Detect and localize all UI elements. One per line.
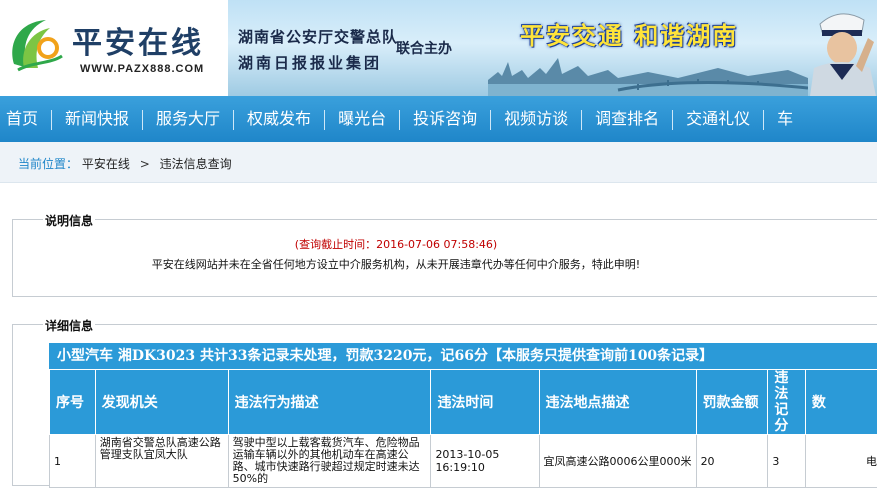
nav-item-vehicle[interactable]: 车: [764, 96, 806, 142]
main-nav: 首页新闻快报服务大厅权威发布曝光台投诉咨询视频访谈调查排名交通礼仪车: [0, 96, 877, 142]
logo-icon[interactable]: [6, 14, 64, 74]
details-box: 详细信息 小型汽车 湘DK3023 共计33条记录未处理，罚款3220元，记66…: [12, 324, 877, 486]
cell-points: 3: [768, 435, 805, 488]
cell-time: 2013-10-05 16:19:10: [431, 435, 539, 488]
nav-item-survey-ranking[interactable]: 调查排名: [582, 96, 672, 142]
cell-location: 宜凤高速公路0006公里000米: [539, 435, 696, 488]
table-header-row: 序号 发现机关 违法行为描述 违法时间 违法地点描述 罚款金额 违法记分 数: [50, 370, 877, 435]
nav-item-complaints[interactable]: 投诉咨询: [400, 96, 490, 142]
cell-data-source: 电子: [805, 435, 877, 488]
column-header-fine: 罚款金额: [696, 370, 768, 435]
disclaimer-text: 平安在线网站并未在全省任何地方设立中介服务机构，从未开展违章代办等任何中介服务，…: [13, 256, 779, 272]
cell-index: 1: [50, 435, 96, 488]
cell-behavior: 驾驶中型以上载客载货汽车、危险物品运输车辆以外的其他机动车在高速公路、城市快速路…: [228, 435, 431, 488]
organizer-line-2: 湖南日报报业集团: [238, 52, 382, 73]
violation-summary: 小型汽车 湘DK3023 共计33条记录未处理，罚款3220元，记66分【本服务…: [49, 343, 877, 369]
breadcrumb-item-home[interactable]: 平安在线: [82, 157, 130, 171]
cell-fine: 20: [696, 435, 768, 488]
police-officer-image: [804, 2, 877, 96]
nav-item-service-hall[interactable]: 服务大厅: [143, 96, 233, 142]
organizer-line-1: 湖南省公安厅交警总队: [238, 26, 398, 47]
column-header-data-source: 数: [805, 370, 877, 435]
logo-text[interactable]: 平安在线: [72, 18, 204, 62]
logo-url: WWW.PAZX888.COM: [80, 63, 204, 75]
slogan: 平安交通 和谐湖南: [520, 16, 738, 51]
city-skyline-image: [488, 50, 808, 96]
breadcrumb-arrow-icon: >: [140, 157, 150, 171]
column-header-agency: 发现机关: [95, 370, 228, 435]
notice-legend: 说明信息: [43, 212, 95, 229]
column-header-points: 违法记分: [768, 370, 805, 435]
header-banner: 湖南省公安厅交警总队 湖南日报报业集团 联合主办 平安交通 和谐湖南: [228, 0, 877, 96]
site-header: 平安在线 WWW.PAZX888.COM 湖南省公安厅交警总队 湖南日报报业集团…: [0, 0, 877, 96]
joint-host-label: 联合主办: [396, 38, 452, 58]
nav-item-exposure[interactable]: 曝光台: [325, 96, 399, 142]
column-header-index: 序号: [50, 370, 96, 435]
breadcrumb: 当前位置： 平安在线 > 违法信息查询: [0, 142, 877, 183]
breadcrumb-label: 当前位置：: [18, 157, 78, 171]
breadcrumb-item-current: 违法信息查询: [160, 157, 232, 171]
column-header-behavior: 违法行为描述: [228, 370, 431, 435]
violations-table: 序号 发现机关 违法行为描述 违法时间 违法地点描述 罚款金额 违法记分 数 1…: [49, 369, 877, 488]
nav-item-home[interactable]: 首页: [0, 96, 51, 142]
cell-agency: 湖南省交警总队高速公路管理支队宜凤大队: [95, 435, 228, 488]
details-legend: 详细信息: [43, 317, 95, 334]
table-row: 1 湖南省交警总队高速公路管理支队宜凤大队 驾驶中型以上载客载货汽车、危险物品运…: [50, 435, 877, 488]
nav-item-news[interactable]: 新闻快报: [52, 96, 142, 142]
column-header-location: 违法地点描述: [539, 370, 696, 435]
nav-item-traffic-etiquette[interactable]: 交通礼仪: [673, 96, 763, 142]
query-time: (查询截止时间：2016-07-06 07:58:46): [13, 236, 779, 252]
nav-item-video-interviews[interactable]: 视频访谈: [491, 96, 581, 142]
nav-item-official-release[interactable]: 权威发布: [234, 96, 324, 142]
notice-box: 说明信息 (查询截止时间：2016-07-06 07:58:46) 平安在线网站…: [12, 219, 877, 297]
column-header-time: 违法时间: [431, 370, 539, 435]
